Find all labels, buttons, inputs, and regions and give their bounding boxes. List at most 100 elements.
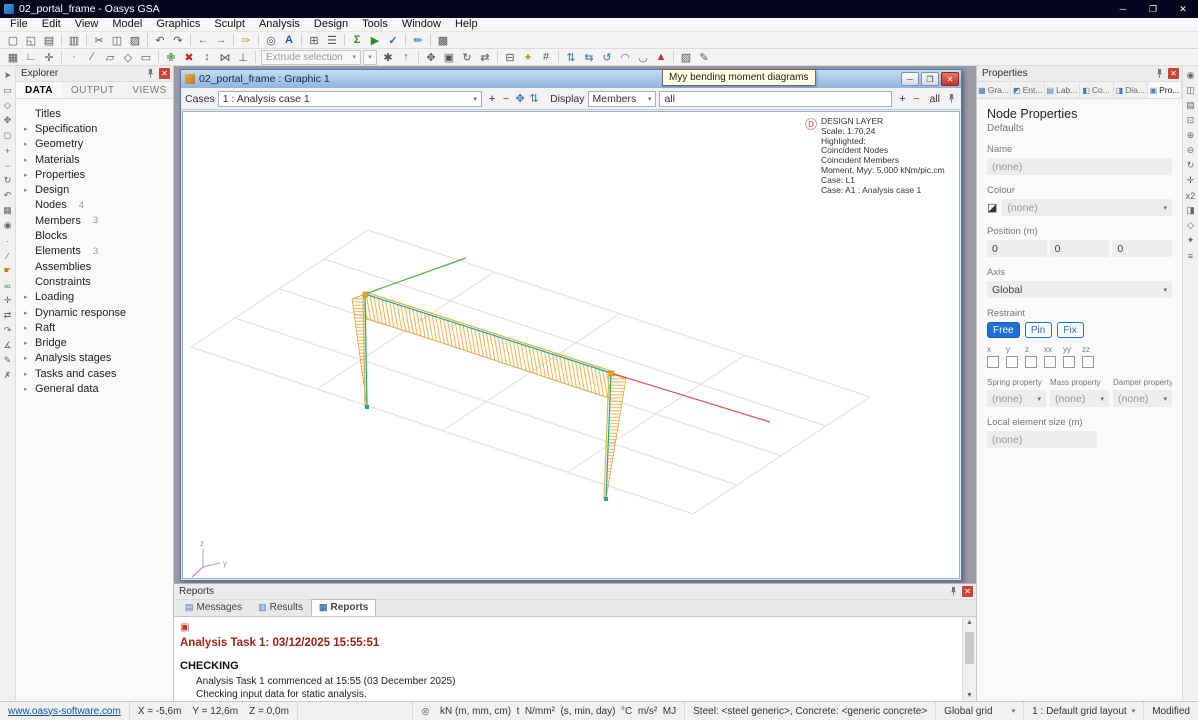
copy-entities-icon[interactable]: ▣ bbox=[440, 50, 458, 65]
tree-item-elements[interactable]: Elements 3 bbox=[16, 244, 173, 259]
expand-cases-button[interactable]: ✥ bbox=[513, 91, 527, 106]
add-entity-icon[interactable]: ✙ bbox=[162, 50, 180, 65]
select-polygon-icon[interactable]: ◇ bbox=[1, 98, 15, 113]
grid-layout-select[interactable]: 1 : Default grid layout ▾ bbox=[1024, 702, 1144, 720]
forward-view-icon[interactable]: → bbox=[212, 33, 230, 48]
cut-icon[interactable]: ✂ bbox=[90, 33, 108, 48]
axes-lock-icon[interactable]: ✛ bbox=[40, 50, 58, 65]
rotate-copy-icon[interactable]: ↷ bbox=[1, 323, 15, 338]
extrude-dropdown-button[interactable]: ▾ bbox=[363, 50, 377, 65]
restraint-yy-checkbox[interactable] bbox=[1063, 356, 1075, 368]
save-icon[interactable]: ▤ bbox=[40, 33, 58, 48]
sculpt-hand-icon[interactable]: ☛ bbox=[1, 263, 15, 278]
menu-graphics[interactable]: Graphics bbox=[149, 18, 207, 31]
join-icon[interactable]: ⋈ bbox=[216, 50, 234, 65]
zoom-in-icon[interactable]: + bbox=[1, 143, 15, 158]
explorer-tab-output[interactable]: OUTPUT bbox=[62, 82, 124, 98]
label-icon[interactable]: # bbox=[537, 50, 555, 65]
split-icon[interactable]: ⊥ bbox=[234, 50, 252, 65]
shrink-icon[interactable]: ⊟ bbox=[501, 50, 519, 65]
restraint-x-checkbox[interactable] bbox=[987, 356, 999, 368]
select-elements-icon[interactable]: ∕ bbox=[83, 50, 101, 65]
position-z-input[interactable] bbox=[1112, 240, 1172, 257]
separator[interactable] bbox=[155, 50, 162, 65]
delete-icon[interactable]: ✗ bbox=[1, 368, 15, 383]
displacement-icon[interactable]: ◡ bbox=[634, 50, 652, 65]
print-graphic-icon[interactable]: ▤ bbox=[1184, 98, 1198, 113]
ortho-icon[interactable]: ∟ bbox=[22, 50, 40, 65]
add-display-list-button[interactable]: + bbox=[895, 91, 909, 106]
select-members-icon[interactable]: ▱ bbox=[101, 50, 119, 65]
separator[interactable] bbox=[58, 50, 65, 65]
props-tab-entities[interactable]: ◩ Ent... bbox=[1011, 82, 1045, 98]
extrude-apply-icon[interactable]: ↑ bbox=[397, 50, 415, 65]
position-x-input[interactable] bbox=[987, 240, 1047, 257]
minimize-button[interactable]: ─ bbox=[1108, 0, 1138, 18]
extrude-selection-combo[interactable]: Extrude selection ▾ bbox=[261, 50, 361, 65]
tree-item-constraints[interactable]: Constraints bbox=[16, 274, 173, 289]
mirror-tool-icon[interactable]: ⇄ bbox=[1, 308, 15, 323]
case-select[interactable]: 1 : Analysis case 1 ▾ bbox=[218, 91, 482, 107]
restraint-xx-checkbox[interactable] bbox=[1044, 356, 1056, 368]
tree-item-loading[interactable]: ▸ Loading bbox=[16, 290, 173, 305]
scroll-down-icon[interactable]: ▼ bbox=[966, 692, 973, 699]
scroll-up-icon[interactable]: ▲ bbox=[966, 619, 973, 626]
zoom-extents-icon[interactable]: ⊡ bbox=[1184, 113, 1198, 128]
restraint-y-checkbox[interactable] bbox=[1006, 356, 1018, 368]
draw-element-icon[interactable]: ∕ bbox=[1, 248, 15, 263]
props-tab-diagrams[interactable]: ◨ Dia... bbox=[1114, 82, 1148, 98]
menu-analysis[interactable]: Analysis bbox=[252, 18, 307, 31]
axes-icon[interactable]: ✛ bbox=[1184, 173, 1198, 188]
separator[interactable] bbox=[341, 33, 348, 48]
scrollbar-thumb[interactable] bbox=[965, 632, 974, 664]
remove-entity-icon[interactable]: ✖ bbox=[180, 50, 198, 65]
menu-window[interactable]: Window bbox=[395, 18, 448, 31]
text-style-icon[interactable]: A bbox=[280, 33, 298, 48]
tree-item-raft[interactable]: ▸ Raft bbox=[16, 320, 173, 335]
separator[interactable] bbox=[427, 33, 434, 48]
sum-icon[interactable]: Σ bbox=[348, 33, 366, 48]
find-icon[interactable]: ◎ bbox=[262, 33, 280, 48]
zoom-in-icon[interactable]: ⊕ bbox=[1184, 128, 1198, 143]
pin-icon[interactable] bbox=[947, 586, 959, 598]
copy-image-icon[interactable]: ◫ bbox=[1184, 83, 1198, 98]
modify-icon[interactable]: ✎ bbox=[1, 353, 15, 368]
highlight-icon[interactable]: ✦ bbox=[519, 50, 537, 65]
name-input[interactable] bbox=[987, 158, 1172, 175]
pin-icon[interactable] bbox=[1153, 68, 1165, 80]
reactions-icon[interactable]: ▲ bbox=[652, 50, 670, 65]
tree-item-members[interactable]: Members 3 bbox=[16, 213, 173, 228]
reports-body[interactable]: ▣ Analysis Task 1: 03/12/2025 15:55:51 C… bbox=[174, 617, 976, 701]
separator[interactable] bbox=[298, 33, 305, 48]
explorer-tab-data[interactable]: DATA bbox=[16, 82, 62, 98]
move-icon[interactable]: ✥ bbox=[422, 50, 440, 65]
design-check-icon[interactable]: ✓ bbox=[384, 33, 402, 48]
pin-icon[interactable] bbox=[144, 68, 156, 80]
props-tab-graphic[interactable]: ▦ Gra... bbox=[977, 82, 1011, 98]
connect-icon[interactable]: ∞ bbox=[1, 278, 15, 293]
reports-tab-results[interactable]: ▥ Results bbox=[250, 599, 311, 616]
draw-node-icon[interactable]: ∙ bbox=[1, 233, 15, 248]
print-icon[interactable]: ▥ bbox=[65, 33, 83, 48]
spring-property-select[interactable]: (none) ▾ bbox=[987, 390, 1046, 407]
local-element-size-input[interactable] bbox=[987, 431, 1097, 448]
open-model-icon[interactable]: ◱ bbox=[22, 33, 40, 48]
annotate-icon[interactable]: ✎ bbox=[695, 50, 713, 65]
pan-view-icon[interactable]: ✥ bbox=[1, 113, 15, 128]
separator[interactable] bbox=[187, 33, 194, 48]
lighting-icon[interactable]: ✦ bbox=[1184, 233, 1198, 248]
tree-item-geometry[interactable]: ▸ Geometry bbox=[16, 137, 173, 152]
select-areas-icon[interactable]: ◇ bbox=[119, 50, 137, 65]
mirror-icon[interactable]: ⇄ bbox=[476, 50, 494, 65]
grid-toggle-icon[interactable]: ▩ bbox=[434, 33, 452, 48]
tree-item-specification[interactable]: ▸ Specification bbox=[16, 121, 173, 136]
separator[interactable] bbox=[415, 50, 422, 65]
tree-item-design[interactable]: ▸ Design bbox=[16, 182, 173, 197]
tree-item-tasks-and-cases[interactable]: ▸ Tasks and cases bbox=[16, 366, 173, 381]
axial-force-icon[interactable]: ⇅ bbox=[562, 50, 580, 65]
props-tab-contours[interactable]: ◧ Co... bbox=[1080, 82, 1114, 98]
tree-item-titles[interactable]: Titles bbox=[16, 106, 173, 121]
wizard-icon[interactable]: ✑ bbox=[237, 33, 255, 48]
move-tool-icon[interactable]: ✛ bbox=[1, 293, 15, 308]
snap-grid-icon[interactable]: ▦ bbox=[4, 50, 22, 65]
